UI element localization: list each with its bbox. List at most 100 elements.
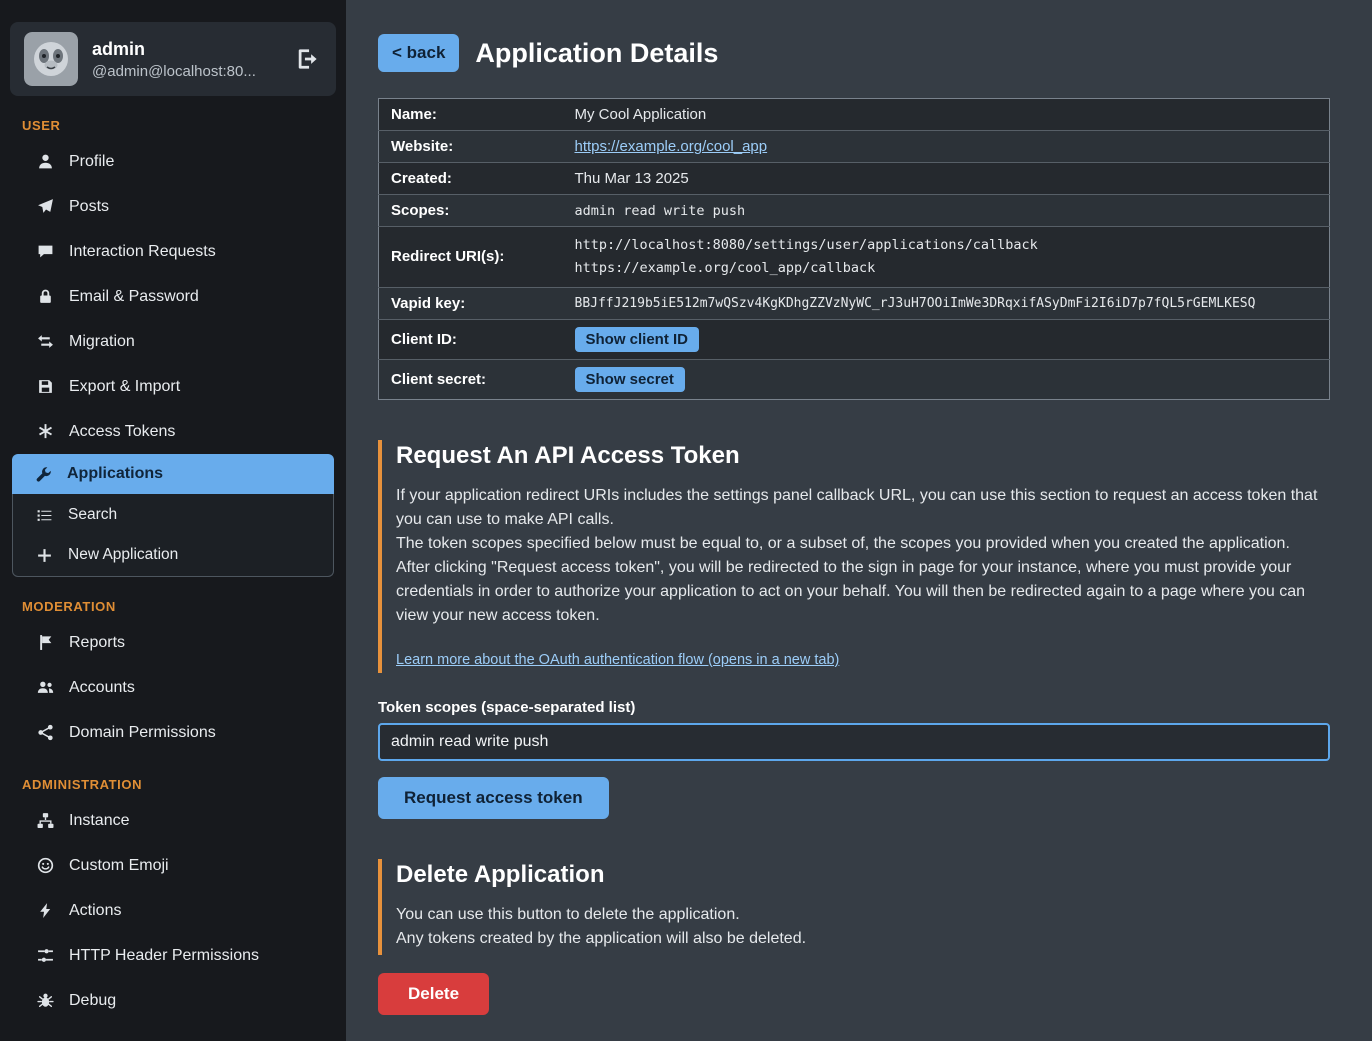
sidebar-item-access-tokens[interactable]: Access Tokens <box>0 409 346 454</box>
sidebar-item-label: New Application <box>68 546 178 564</box>
table-row-client-id: Client ID: Show client ID <box>379 319 1330 359</box>
applications-submenu: Search New Application <box>12 494 334 577</box>
sidebar-item-export-import[interactable]: Export & Import <box>0 364 346 409</box>
table-row-website: Website: https://example.org/cool_app <box>379 131 1330 163</box>
plus-icon <box>35 547 53 564</box>
sloth-avatar <box>24 32 78 86</box>
applications-group: Applications Search New Application <box>12 454 334 577</box>
oauth-docs-link[interactable]: Learn more about the OAuth authenticatio… <box>396 652 839 668</box>
sidebar-item-accounts[interactable]: Accounts <box>0 665 346 710</box>
table-row-redirect-uris: Redirect URI(s): http://localhost:8080/s… <box>379 227 1330 288</box>
app-layout: admin @admin@localhost:80... USER Profil… <box>0 0 1372 1041</box>
lock-icon <box>36 288 54 305</box>
sidebar-item-profile[interactable]: Profile <box>0 139 346 184</box>
sidebar-item-label: Export & Import <box>69 378 180 396</box>
section-paragraph: After clicking "Request access token", y… <box>396 556 1330 628</box>
section-label-moderation: MODERATION <box>22 599 346 614</box>
comments-icon <box>36 243 54 260</box>
sidebar-item-label: Applications <box>67 465 163 483</box>
bug-icon <box>36 992 54 1009</box>
user-card[interactable]: admin @admin@localhost:80... <box>10 22 336 96</box>
floppy-icon <box>36 378 54 395</box>
sidebar-item-new-application[interactable]: New Application <box>13 535 333 575</box>
list-icon <box>35 507 53 524</box>
show-secret-button[interactable]: Show secret <box>575 367 685 392</box>
delete-button[interactable]: Delete <box>378 973 489 1015</box>
asterisk-icon <box>36 423 54 440</box>
show-client-id-button[interactable]: Show client ID <box>575 327 700 352</box>
section-paragraph: The token scopes specified below must be… <box>396 532 1330 556</box>
row-value: BBJffJ219b5iE512m7wQSzv4KgKDhgZZVzNyWC_r… <box>563 287 1330 319</box>
sidebar-item-label: Accounts <box>69 679 135 697</box>
row-label: Scopes: <box>379 195 563 227</box>
sidebar-item-http-header-permissions[interactable]: HTTP Header Permissions <box>0 933 346 978</box>
sidebar-item-custom-emoji[interactable]: Custom Emoji <box>0 843 346 888</box>
table-row-created: Created: Thu Mar 13 2025 <box>379 163 1330 195</box>
sidebar-item-debug[interactable]: Debug <box>0 978 346 1023</box>
logout-button[interactable] <box>292 44 322 74</box>
sidebar-item-email-password[interactable]: Email & Password <box>0 274 346 319</box>
flag-icon <box>36 634 54 651</box>
row-label: Client secret: <box>379 359 563 399</box>
sitemap-icon <box>36 812 54 829</box>
sidebar-item-label: Posts <box>69 198 109 216</box>
sign-out-icon <box>296 48 318 70</box>
token-scopes-input[interactable] <box>378 723 1330 761</box>
sidebar-item-label: Search <box>68 506 117 524</box>
sidebar-item-label: Access Tokens <box>69 423 175 441</box>
sidebar: admin @admin@localhost:80... USER Profil… <box>0 0 346 1041</box>
sidebar-item-label: Debug <box>69 992 116 1010</box>
bolt-icon <box>36 902 54 919</box>
section-title: Request An API Access Token <box>396 442 1330 470</box>
section-paragraph: You can use this button to delete the ap… <box>396 903 1330 927</box>
sidebar-item-label: HTTP Header Permissions <box>69 947 259 965</box>
delete-application-section: Delete Application You can use this butt… <box>378 859 1330 955</box>
sidebar-item-posts[interactable]: Posts <box>0 184 346 229</box>
row-label: Website: <box>379 131 563 163</box>
sidebar-item-search[interactable]: Search <box>13 495 333 535</box>
sidebar-item-applications[interactable]: Applications <box>12 454 334 494</box>
section-label-user: USER <box>22 118 346 133</box>
section-paragraph: If your application redirect URIs includ… <box>396 484 1330 532</box>
users-icon <box>36 679 54 696</box>
section-label-administration: ADMINISTRATION <box>22 777 346 792</box>
sidebar-item-label: Interaction Requests <box>69 243 216 261</box>
sidebar-item-domain-permissions[interactable]: Domain Permissions <box>0 710 346 755</box>
user-icon <box>36 153 54 170</box>
row-label: Vapid key: <box>379 287 563 319</box>
table-row-client-secret: Client secret: Show secret <box>379 359 1330 399</box>
redirect-uri-2: https://example.org/cool_app/callback <box>575 257 1318 280</box>
sidebar-item-label: Profile <box>69 153 114 171</box>
section-title: Delete Application <box>396 861 1330 889</box>
row-label: Redirect URI(s): <box>379 227 563 288</box>
redirect-uri-1: http://localhost:8080/settings/user/appl… <box>575 234 1318 257</box>
row-label: Name: <box>379 99 563 131</box>
main-panel: < back Application Details Name: My Cool… <box>346 0 1372 1041</box>
sidebar-item-actions[interactable]: Actions <box>0 888 346 933</box>
row-label: Client ID: <box>379 319 563 359</box>
request-access-token-button[interactable]: Request access token <box>378 777 609 819</box>
sliders-icon <box>36 947 54 964</box>
share-nodes-icon <box>36 724 54 741</box>
username: admin <box>92 39 256 60</box>
row-value: admin read write push <box>563 195 1330 227</box>
token-scopes-label: Token scopes (space-separated list) <box>378 699 1330 716</box>
sidebar-item-label: Instance <box>69 812 129 830</box>
user-meta: admin @admin@localhost:80... <box>92 39 256 80</box>
paper-plane-icon <box>36 198 54 215</box>
sidebar-item-label: Migration <box>69 333 135 351</box>
sidebar-item-instance[interactable]: Instance <box>0 798 346 843</box>
smiley-icon <box>36 857 54 874</box>
row-label: Created: <box>379 163 563 195</box>
sidebar-item-label: Reports <box>69 634 125 652</box>
sidebar-item-interaction-requests[interactable]: Interaction Requests <box>0 229 346 274</box>
table-row-name: Name: My Cool Application <box>379 99 1330 131</box>
back-button[interactable]: < back <box>378 34 459 72</box>
sidebar-item-reports[interactable]: Reports <box>0 620 346 665</box>
row-value: My Cool Application <box>563 99 1330 131</box>
website-link[interactable]: https://example.org/cool_app <box>575 138 768 155</box>
sidebar-item-migration[interactable]: Migration <box>0 319 346 364</box>
section-paragraph: Any tokens created by the application wi… <box>396 927 1330 951</box>
table-row-scopes: Scopes: admin read write push <box>379 195 1330 227</box>
row-value: Thu Mar 13 2025 <box>563 163 1330 195</box>
